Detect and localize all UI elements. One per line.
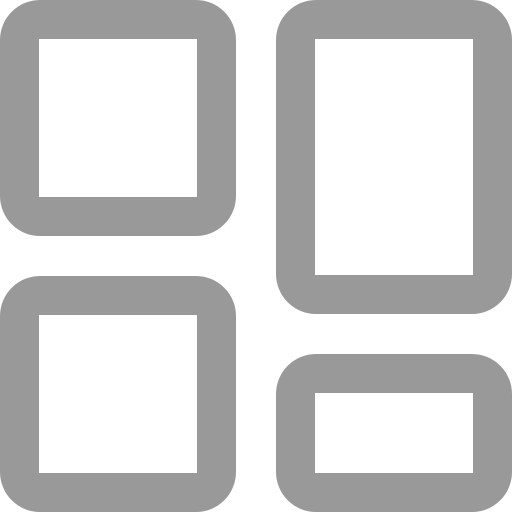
bottom-right-panel xyxy=(276,354,512,512)
bottom-left-panel xyxy=(0,276,236,512)
layout-grid-svg xyxy=(0,0,512,512)
dashboard-layout-icon xyxy=(0,0,512,512)
top-right-panel xyxy=(276,0,512,314)
top-left-panel xyxy=(0,0,236,236)
